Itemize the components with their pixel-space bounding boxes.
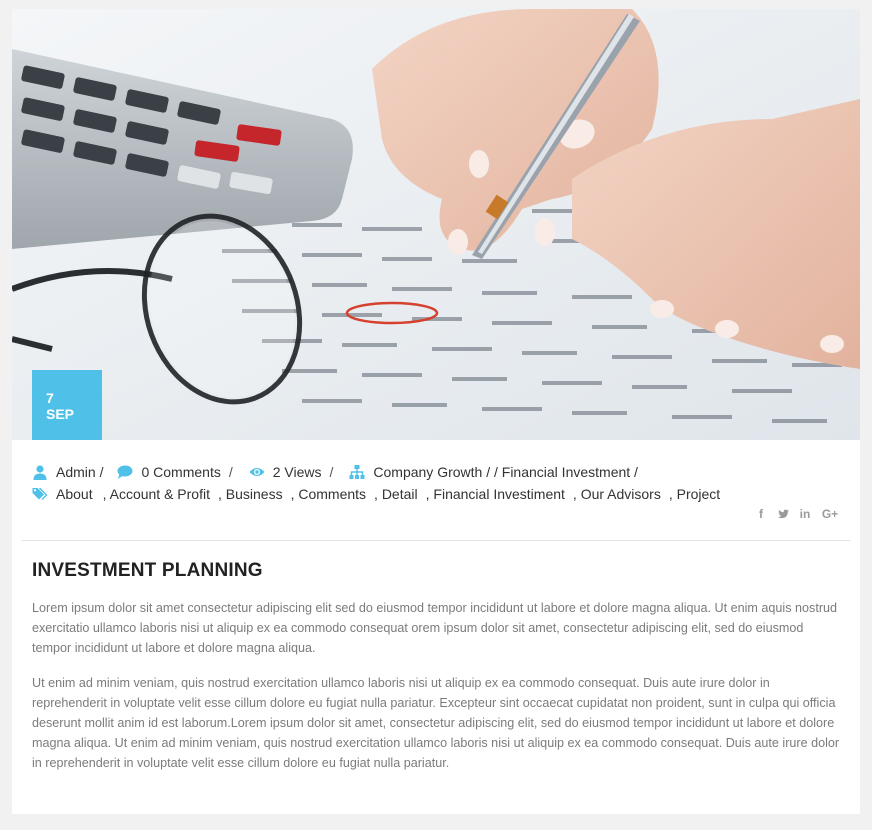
facebook-icon[interactable]: f	[754, 507, 768, 521]
meta-separator: /	[228, 464, 233, 480]
author-meta: Admin /	[32, 464, 103, 480]
post-title: INVESTMENT PLANNING	[32, 560, 263, 581]
blog-post-card: 7 SEP Admin / 0 Comments / 2 Views / Com…	[12, 9, 860, 814]
hero-image	[12, 9, 860, 440]
twitter-icon[interactable]	[776, 507, 790, 521]
post-paragraph: Lorem ipsum dolor sit amet consectetur a…	[32, 601, 838, 655]
author-link[interactable]: Admin /	[56, 464, 103, 480]
date-badge: 7 SEP	[32, 370, 102, 440]
tag-link-our-advisors[interactable]: , Our Advisors	[573, 486, 661, 502]
post-paragraph: Ut enim ad minim veniam, quis nostrud ex…	[32, 676, 840, 770]
tag-link-about[interactable]: About	[56, 486, 93, 502]
date-month: SEP	[46, 406, 75, 422]
tag-link-account-profit[interactable]: , Account & Profit	[103, 486, 210, 502]
categories-links[interactable]: Company Growth / / Financial Investment …	[373, 464, 638, 480]
tags-icon	[32, 486, 48, 502]
categories-meta: Company Growth / / Financial Investment …	[349, 464, 638, 480]
meta-row-info: Admin / 0 Comments / 2 Views / Company G…	[32, 461, 842, 483]
user-icon	[32, 464, 48, 480]
comments-meta: 0 Comments /	[117, 464, 236, 480]
eye-icon	[249, 464, 265, 480]
tag-link-detail[interactable]: , Detail	[374, 486, 418, 502]
meta-separator: /	[329, 464, 334, 480]
linkedin-icon[interactable]: in	[798, 507, 812, 521]
sitemap-icon	[349, 464, 365, 480]
share-links: f in G+	[754, 507, 840, 521]
views-meta: 2 Views /	[249, 464, 338, 480]
divider	[22, 540, 850, 541]
tag-link-business[interactable]: , Business	[218, 486, 283, 502]
views-count: 2 Views	[272, 464, 322, 480]
tag-link-comments[interactable]: , Comments	[291, 486, 366, 502]
tag-link-project[interactable]: , Project	[669, 486, 720, 502]
post-meta: Admin / 0 Comments / 2 Views / Company G…	[32, 461, 842, 505]
comment-icon	[117, 464, 133, 480]
tag-link-financial-investiment[interactable]: , Financial Investiment	[426, 486, 565, 502]
meta-row-tags: About , Account & Profit , Business , Co…	[32, 483, 842, 505]
google-plus-icon[interactable]: G+	[820, 507, 840, 521]
date-day: 7	[46, 390, 54, 406]
calculator-paper-photo	[12, 9, 860, 440]
comments-link[interactable]: 0 Comments	[141, 464, 220, 480]
